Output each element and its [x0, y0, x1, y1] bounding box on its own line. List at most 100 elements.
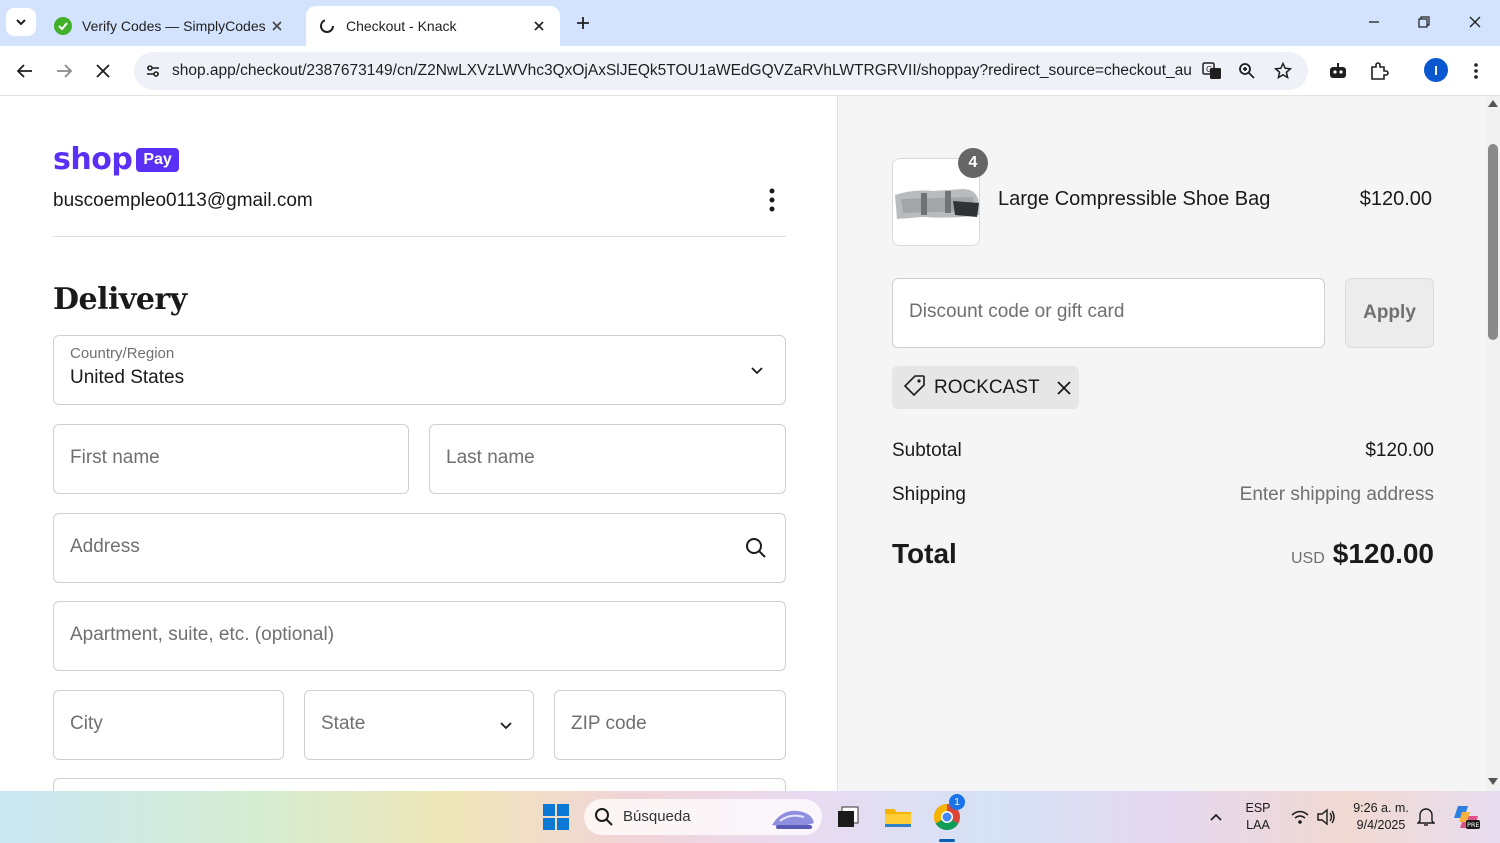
state-select[interactable]: State — [304, 690, 534, 760]
arrow-left-icon — [16, 64, 32, 78]
delivery-heading: Delivery — [53, 282, 187, 317]
chevron-down-icon — [748, 361, 766, 379]
account-menu-button[interactable] — [760, 186, 784, 214]
volume-button[interactable] — [1308, 799, 1344, 835]
search-text: Búsqueda — [623, 808, 691, 825]
zip-field[interactable]: ZIP code — [554, 690, 786, 760]
input-language[interactable]: ESP LAA — [1238, 800, 1278, 834]
tag-icon — [903, 374, 926, 401]
url-text[interactable]: shop.app/checkout/2387673149/cn/Z2NwLXVz… — [172, 62, 1192, 80]
product-price: $120.00 — [1359, 188, 1432, 210]
start-button[interactable] — [538, 799, 574, 835]
address-bar[interactable]: shop.app/checkout/2387673149/cn/Z2NwLXVz… — [134, 52, 1308, 90]
country-label: Country/Region — [70, 345, 175, 362]
stop-loading-button[interactable] — [88, 56, 118, 86]
apply-button[interactable]: Apply — [1345, 278, 1434, 348]
site-info-button[interactable] — [140, 58, 166, 84]
zip-placeholder: ZIP code — [571, 713, 647, 734]
clock-date: 9/4/2025 — [1356, 818, 1406, 832]
minimize-button[interactable] — [1356, 8, 1392, 36]
account-email: buscoempleo0113@gmail.com — [53, 190, 313, 211]
show-hidden-icons-button[interactable] — [1198, 799, 1234, 835]
tune-icon — [147, 65, 159, 77]
phone-field[interactable] — [53, 778, 786, 791]
task-view-button[interactable] — [830, 799, 866, 835]
clock[interactable]: 9:26 a. m. 9/4/2025 — [1346, 800, 1416, 834]
remove-discount-button[interactable] — [1054, 378, 1074, 398]
puzzle-icon — [1371, 62, 1389, 80]
notification-badge: 1 — [949, 794, 965, 810]
shop-wordmark: shop — [53, 142, 133, 177]
state-placeholder: State — [321, 713, 366, 734]
robot-icon — [1330, 63, 1346, 78]
active-app-indicator — [939, 839, 955, 842]
tab-checkout[interactable]: Checkout - Knack — [306, 6, 560, 46]
shop-pay-logo: shop Pay — [53, 142, 179, 177]
minimize-icon — [1369, 21, 1379, 23]
address-field[interactable]: Address — [53, 513, 786, 583]
back-button[interactable] — [10, 56, 40, 86]
pay-badge: Pay — [136, 147, 179, 172]
extensions-menu-button[interactable] — [1364, 56, 1394, 86]
browser-menu-button[interactable] — [1461, 56, 1491, 86]
plus-icon — [577, 17, 589, 29]
discount-placeholder: Discount code or gift card — [909, 301, 1125, 322]
city-field[interactable]: City — [53, 690, 284, 760]
translate-icon: G — [1202, 62, 1221, 79]
new-tab-button[interactable] — [570, 10, 596, 36]
subtotal-row: Subtotal $120.00 — [892, 440, 1434, 462]
shipping-row: Shipping Enter shipping address — [892, 484, 1434, 506]
speaker-icon — [1317, 808, 1335, 826]
country-select[interactable]: Country/Region United States — [53, 335, 786, 405]
translate-button[interactable]: G — [1200, 59, 1224, 83]
first-name-field[interactable]: First name — [53, 424, 409, 494]
close-window-button[interactable] — [1457, 8, 1493, 36]
close-icon — [96, 64, 110, 78]
extension-button[interactable] — [1323, 56, 1353, 86]
zoom-button[interactable] — [1235, 59, 1259, 83]
apartment-placeholder: Apartment, suite, etc. (optional) — [70, 624, 335, 645]
scroll-up-arrow-icon[interactable] — [1488, 100, 1498, 107]
forward-button[interactable] — [49, 56, 79, 86]
tab-title: Verify Codes — SimplyCodes — [82, 18, 266, 34]
arrow-right-icon — [57, 64, 73, 78]
apartment-field[interactable]: Apartment, suite, etc. (optional) — [53, 601, 786, 671]
profile-avatar[interactable]: I — [1424, 58, 1448, 82]
close-icon — [1469, 16, 1481, 28]
subtotal-label: Subtotal — [892, 440, 962, 461]
total-amount: USD $120.00 — [1291, 538, 1434, 570]
file-explorer-button[interactable] — [880, 799, 916, 835]
taskbar-search[interactable]: Búsqueda — [584, 799, 822, 835]
divider — [53, 236, 786, 237]
zoom-icon — [1239, 63, 1255, 79]
scroll-down-arrow-icon[interactable] — [1488, 778, 1498, 785]
tab-strip: Verify Codes — SimplyCodes Checkout - Kn… — [0, 0, 1500, 46]
close-tab-icon[interactable] — [530, 17, 548, 35]
close-tab-icon[interactable] — [268, 17, 286, 35]
checkout-form: shop Pay buscoempleo0113@gmail.com Deliv… — [0, 96, 837, 791]
search-icon — [744, 536, 768, 560]
tab-simplycodes[interactable]: Verify Codes — SimplyCodes — [42, 6, 298, 46]
page-scrollbar[interactable] — [1486, 96, 1500, 791]
restore-button[interactable] — [1406, 8, 1442, 36]
discount-code: ROCKCAST — [934, 376, 1040, 398]
wifi-icon — [1291, 810, 1309, 824]
discount-code-input[interactable]: Discount code or gift card — [892, 278, 1325, 348]
clock-time: 9:26 a. m. — [1353, 801, 1409, 815]
chrome-taskbar-button[interactable]: 1 — [929, 794, 965, 842]
star-icon — [1274, 62, 1292, 80]
search-icon — [594, 807, 614, 832]
city-placeholder: City — [70, 713, 103, 734]
copilot-icon: PRE — [1454, 806, 1480, 829]
product-name: Large Compressible Shoe Bag — [998, 188, 1271, 210]
address-placeholder: Address — [70, 536, 140, 557]
scroll-thumb[interactable] — [1488, 144, 1498, 340]
bookmark-button[interactable] — [1271, 59, 1295, 83]
copilot-button[interactable]: PRE — [1448, 799, 1484, 835]
tab-search-button[interactable] — [6, 8, 36, 36]
language-code: ESP — [1245, 801, 1271, 815]
currency-code: USD — [1291, 550, 1325, 567]
notifications-button[interactable] — [1408, 799, 1444, 835]
last-name-field[interactable]: Last name — [429, 424, 786, 494]
chevron-down-icon — [497, 716, 515, 734]
